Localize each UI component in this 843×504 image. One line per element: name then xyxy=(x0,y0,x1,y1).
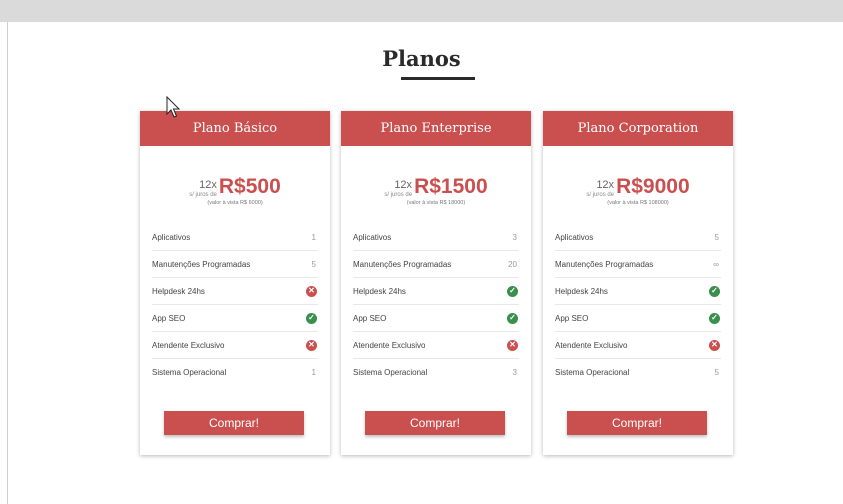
feature-row: Atendente Exclusivo ✕ xyxy=(555,332,721,359)
price-block: 12x s/ juros de R$1500 (valor à vista R$… xyxy=(341,168,531,224)
feature-value: 1 xyxy=(311,367,316,377)
check-circle-icon: ✓ xyxy=(507,312,518,324)
full-price: (valor à vista R$ 6000) xyxy=(207,200,263,206)
feature-row: Aplicativos 5 xyxy=(555,224,721,251)
feature-label: Sistema Operacional xyxy=(555,367,630,377)
feature-label: App SEO xyxy=(353,313,387,323)
feature-label: Manutenções Programadas xyxy=(555,259,654,269)
plan-name: Plano Corporation xyxy=(543,111,733,146)
title-underline xyxy=(401,77,475,80)
feature-label: Atendente Exclusivo xyxy=(152,340,225,350)
feature-value: 20 xyxy=(508,259,517,269)
price: R$9000 xyxy=(616,175,690,198)
feature-label: Aplicativos xyxy=(353,232,392,242)
feature-list: Aplicativos 3 Manutenções Programadas 20… xyxy=(353,224,519,385)
plan-card-corporation: Plano Corporation 12x s/ juros de R$9000… xyxy=(543,111,733,455)
feature-row: App SEO ✓ xyxy=(555,305,721,332)
feature-value: ∞ xyxy=(713,259,719,269)
feature-row: Helpdesk 24hs ✓ xyxy=(555,278,721,305)
price: R$1500 xyxy=(414,175,488,198)
x-circle-icon: ✕ xyxy=(709,339,720,351)
no-interest-label: s/ juros de xyxy=(586,192,615,198)
buy-button[interactable]: Comprar! xyxy=(567,411,707,435)
feature-list: Aplicativos 5 Manutenções Programadas ∞ … xyxy=(555,224,721,385)
feature-label: Manutenções Programadas xyxy=(152,259,251,269)
x-circle-icon: ✕ xyxy=(306,339,317,351)
mouse-pointer-icon xyxy=(166,96,181,118)
feature-row: App SEO ✓ xyxy=(353,305,519,332)
buy-button[interactable]: Comprar! xyxy=(365,411,505,435)
feature-label: Helpdesk 24hs xyxy=(353,286,406,296)
page-title: Planos xyxy=(382,46,461,71)
price: R$500 xyxy=(218,175,281,198)
x-circle-icon: ✕ xyxy=(306,285,317,297)
feature-row: Helpdesk 24hs ✕ xyxy=(152,278,318,305)
no-interest-label: s/ juros de xyxy=(384,192,413,198)
feature-row: Helpdesk 24hs ✓ xyxy=(353,278,519,305)
page-left-border xyxy=(7,22,8,504)
installments: 12x xyxy=(199,179,217,191)
feature-row: Sistema Operacional 5 xyxy=(555,359,721,385)
feature-value: 3 xyxy=(512,367,517,377)
full-price: (valor à vista R$ 18000) xyxy=(406,200,466,206)
feature-label: App SEO xyxy=(555,313,589,323)
feature-row: Manutenções Programadas ∞ xyxy=(555,251,721,278)
browser-top-bar xyxy=(0,0,843,22)
feature-label: Atendente Exclusivo xyxy=(353,340,426,350)
feature-label: App SEO xyxy=(152,313,186,323)
installments: 12x xyxy=(394,179,413,191)
buy-button[interactable]: Comprar! xyxy=(164,411,304,435)
feature-label: Atendente Exclusivo xyxy=(555,340,628,350)
feature-value: 3 xyxy=(512,232,517,242)
plan-card-enterprise: Plano Enterprise 12x s/ juros de R$1500 … xyxy=(341,111,531,455)
feature-label: Aplicativos xyxy=(555,232,594,242)
no-interest-label: s/ juros de xyxy=(189,192,217,198)
feature-label: Helpdesk 24hs xyxy=(555,286,608,296)
feature-row: Manutenções Programadas 5 xyxy=(152,251,318,278)
feature-row: Atendente Exclusivo ✕ xyxy=(353,332,519,359)
feature-label: Sistema Operacional xyxy=(152,367,227,377)
check-circle-icon: ✓ xyxy=(709,312,720,324)
installments: 12x xyxy=(596,179,615,191)
feature-label: Helpdesk 24hs xyxy=(152,286,205,296)
feature-value: 5 xyxy=(714,367,719,377)
check-circle-icon: ✓ xyxy=(709,285,720,297)
feature-row: Manutenções Programadas 20 xyxy=(353,251,519,278)
plan-name: Plano Enterprise xyxy=(341,111,531,146)
feature-list: Aplicativos 1 Manutenções Programadas 5 … xyxy=(152,224,318,385)
feature-label: Manutenções Programadas xyxy=(353,259,452,269)
feature-row: Aplicativos 1 xyxy=(152,224,318,251)
full-price: (valor à vista R$ 108000) xyxy=(607,200,669,206)
feature-row: Sistema Operacional 1 xyxy=(152,359,318,385)
feature-value: 5 xyxy=(311,259,316,269)
feature-row: Sistema Operacional 3 xyxy=(353,359,519,385)
feature-row: Atendente Exclusivo ✕ xyxy=(152,332,318,359)
price-block: 12x s/ juros de R$500 (valor à vista R$ … xyxy=(140,168,330,224)
feature-label: Sistema Operacional xyxy=(353,367,428,377)
price-block: 12x s/ juros de R$9000 (valor à vista R$… xyxy=(543,168,733,224)
feature-value: 1 xyxy=(311,232,316,242)
check-circle-icon: ✓ xyxy=(507,285,518,297)
feature-row: App SEO ✓ xyxy=(152,305,318,332)
feature-label: Aplicativos xyxy=(152,232,191,242)
feature-row: Aplicativos 3 xyxy=(353,224,519,251)
feature-value: 5 xyxy=(714,232,719,242)
plan-card-basico: Plano Básico 12x s/ juros de R$500 (valo… xyxy=(140,111,330,455)
x-circle-icon: ✕ xyxy=(507,339,518,351)
check-circle-icon: ✓ xyxy=(306,312,317,324)
